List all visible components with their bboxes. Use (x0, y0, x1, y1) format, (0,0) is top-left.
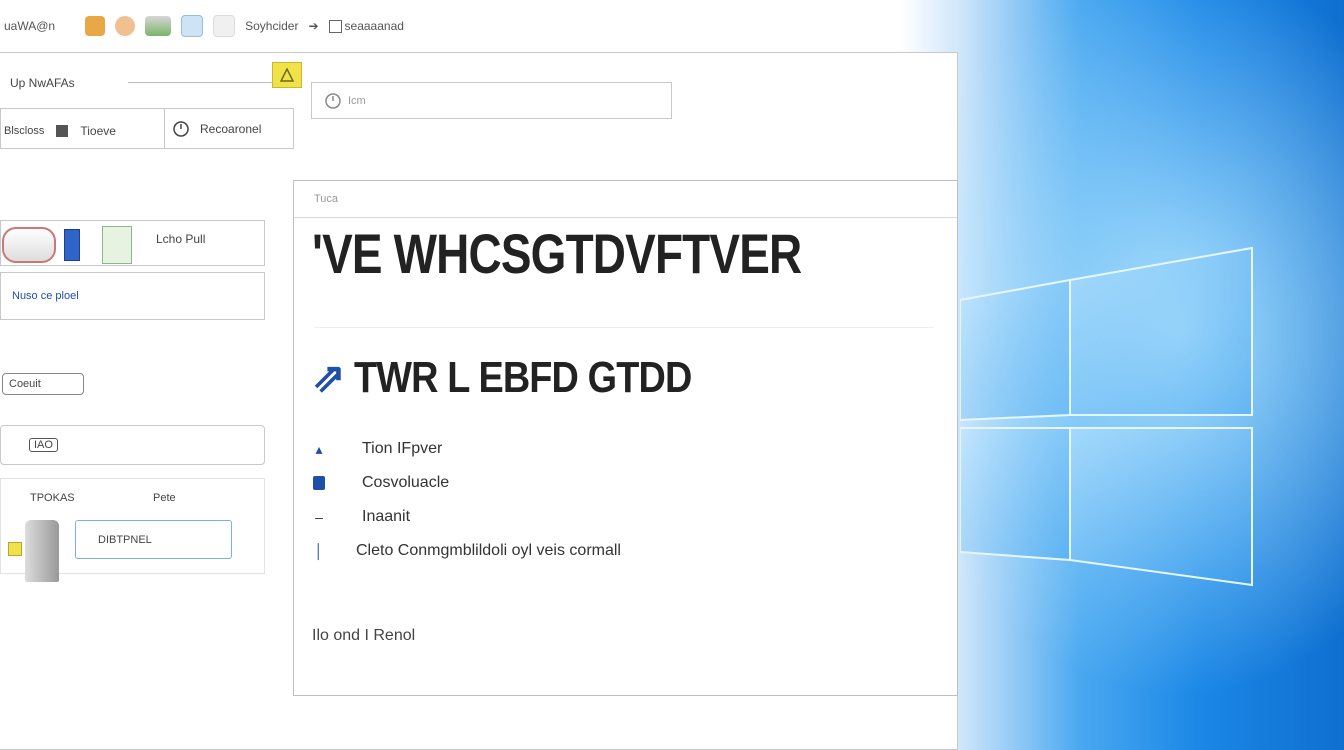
value-text: IAO (29, 438, 58, 452)
history-icon (173, 121, 189, 137)
tab-label: Blscloss (4, 125, 45, 137)
card-header-label: Tuca (314, 193, 339, 205)
action-label[interactable]: Soyhcider (245, 19, 298, 33)
document-icon (102, 226, 132, 264)
folder-icon[interactable] (85, 16, 106, 36)
chip-label: Coeuit (9, 378, 41, 390)
sub-label: Nuso ce ploel (12, 290, 79, 302)
list-item-label: Tion IFpver (362, 440, 443, 457)
paint-icon[interactable] (115, 16, 136, 36)
subheadline: TWR L EBFD GTDD (353, 353, 692, 402)
address-label: Up NwAFAs (10, 76, 75, 90)
primary-button[interactable]: DIBTPNEL (75, 520, 232, 559)
feature-list: ▴ Tion IFpver Cosvoluacle – Inaanit │ Cl… (312, 439, 621, 561)
triangle-icon (280, 68, 294, 82)
path-label[interactable]: seaaaanad (328, 19, 404, 33)
chip[interactable]: Coeuit (2, 373, 84, 395)
column-left-label: TPOKAS (30, 492, 75, 504)
bookmark-icon (64, 229, 80, 261)
bolt-icon: ⇗ (312, 356, 346, 400)
alert-icon[interactable] (272, 62, 302, 88)
list-item[interactable]: │ Cleto Conmgmblildoli oyl veis cormall (312, 541, 621, 561)
image-icon[interactable] (145, 16, 172, 36)
small-square-icon (8, 542, 22, 556)
subheadline-row: ⇗ TWR L EBFD GTDD (312, 353, 746, 403)
bar-icon: │ (314, 543, 324, 559)
search-value: Icm (348, 94, 366, 107)
card-header-divider (294, 217, 957, 218)
app-icons (2, 226, 132, 264)
dash-icon: – (315, 509, 323, 525)
cup-icon[interactable] (213, 15, 236, 37)
top-toolbar: uaWA@n Soyhcider ➔ seaaaanad (0, 8, 470, 44)
arrow-icon: ➔ (308, 19, 319, 33)
paint-bucket-icon (2, 227, 56, 263)
column-right-label: Pete (153, 492, 176, 504)
app-label: uaWA@n (4, 19, 56, 33)
app-row-label: Lcho Pull (156, 232, 206, 246)
list-item[interactable]: – Inaanit (312, 507, 621, 527)
tab-label: Recoaronel (200, 122, 262, 136)
frame-icon (328, 19, 342, 33)
device-icon (25, 520, 59, 582)
pin-icon: ▴ (315, 440, 323, 457)
list-item[interactable]: ▴ Tion IFpver (312, 439, 621, 459)
clock-icon (325, 92, 341, 109)
search-box[interactable]: Icm (311, 82, 672, 119)
tab-divider (164, 108, 165, 149)
lock-icon (312, 473, 326, 493)
list-item-label: Cleto Conmgmblildoli oyl veis cormall (356, 542, 621, 559)
path-text: seaaaanad (344, 19, 404, 33)
square-icon (56, 125, 69, 137)
windows-logo-icon (960, 246, 1253, 587)
value-field[interactable]: IAO (0, 425, 265, 465)
headline-divider (314, 327, 934, 328)
headline: 'VE WHCSGTDVFTVER (312, 222, 802, 285)
primary-button-label: DIBTPNEL (98, 533, 152, 546)
footer-label: Ilo ond I Renol (312, 627, 416, 644)
list-item-label: Inaanit (362, 508, 411, 525)
content-card: Tuca 'VE WHCSGTDVFTVER ⇗ TWR L EBFD GTDD… (293, 180, 958, 696)
tab-0[interactable]: Blscloss Tioeve (4, 124, 116, 138)
list-item-label: Cosvoluacle (362, 474, 450, 491)
list-item[interactable]: Cosvoluacle (312, 473, 621, 493)
tab-label: Tioeve (80, 124, 116, 138)
tab-2[interactable]: Recoaronel (172, 120, 261, 138)
address-divider (128, 82, 273, 83)
document-icon[interactable] (181, 15, 204, 37)
